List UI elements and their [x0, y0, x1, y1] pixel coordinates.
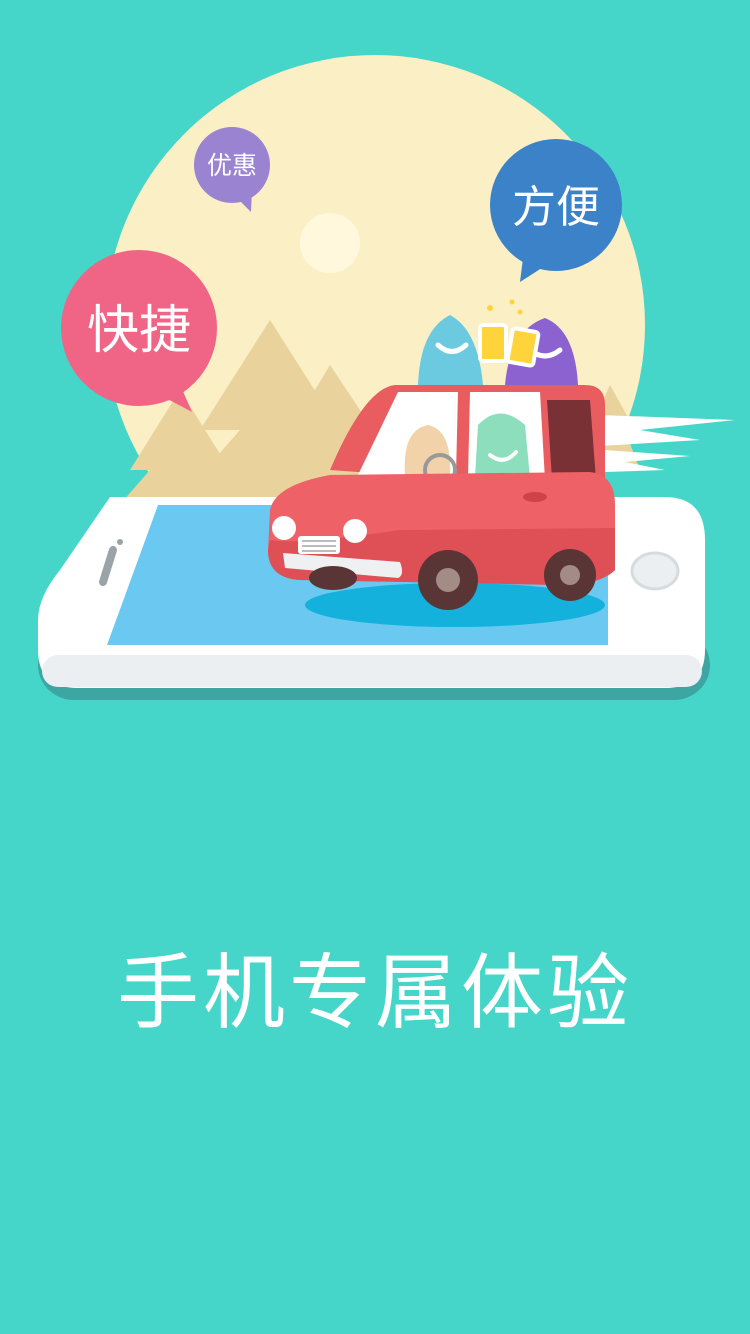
headline-text: 手机专属体验	[116, 946, 633, 1041]
splash-screen: 快捷 优惠 方便 手机专属体验	[0, 0, 750, 1334]
headlight-icon	[272, 516, 296, 540]
bubble-convenient-label: 方便	[512, 182, 600, 233]
bubble-quick-label: 快捷	[87, 301, 191, 361]
speed-lines	[600, 415, 735, 472]
bubble-discount-label: 优惠	[207, 151, 257, 180]
wheel-icon	[544, 549, 596, 601]
sun-icon	[300, 213, 360, 273]
wheel-icon	[418, 550, 478, 610]
wheel-icon	[309, 566, 357, 590]
home-button-icon	[630, 551, 680, 591]
headlight-icon	[343, 519, 367, 543]
car-illustration: 快捷 优惠 方便	[38, 55, 735, 700]
